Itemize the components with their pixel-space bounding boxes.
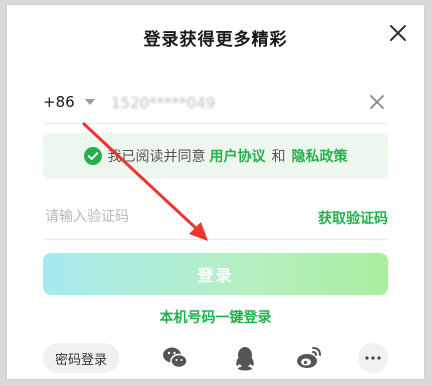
agreement-and: 和 bbox=[271, 149, 286, 165]
clear-icon[interactable] bbox=[366, 91, 388, 113]
qq-icon[interactable] bbox=[231, 344, 259, 372]
get-code-button[interactable]: 获取验证码 bbox=[318, 208, 388, 228]
verification-code-input[interactable] bbox=[43, 201, 267, 233]
user-agreement-link[interactable]: 用户协议 bbox=[210, 146, 266, 166]
wechat-icon[interactable] bbox=[161, 344, 189, 372]
code-row: 获取验证码 bbox=[43, 197, 388, 240]
caret-down-icon[interactable] bbox=[85, 99, 95, 105]
login-options: 密码登录 bbox=[43, 343, 388, 373]
login-dialog: 登录获得更多精彩 +86 我已阅读并同意 用户协议 和 隐私政策 获取验证码 bbox=[6, 4, 425, 380]
country-code-select[interactable]: +86 bbox=[43, 93, 75, 111]
agreement-box: 我已阅读并同意 用户协议 和 隐私政策 bbox=[43, 133, 388, 179]
phone-row: +86 bbox=[43, 83, 388, 124]
phone-input[interactable] bbox=[109, 87, 333, 119]
check-circle-icon[interactable] bbox=[83, 147, 102, 165]
login-button[interactable]: 登录 bbox=[43, 253, 388, 295]
privacy-policy-link[interactable]: 隐私政策 bbox=[292, 146, 348, 166]
dialog-title: 登录获得更多精彩 bbox=[143, 30, 288, 50]
password-login-button[interactable]: 密码登录 bbox=[43, 343, 120, 373]
more-icon[interactable] bbox=[358, 343, 388, 373]
agreement-prefix: 我已阅读并同意 bbox=[107, 149, 206, 165]
one-key-login-link[interactable]: 本机号码一键登录 bbox=[7, 307, 424, 327]
close-icon[interactable] bbox=[386, 21, 410, 45]
weibo-icon[interactable] bbox=[295, 344, 323, 372]
